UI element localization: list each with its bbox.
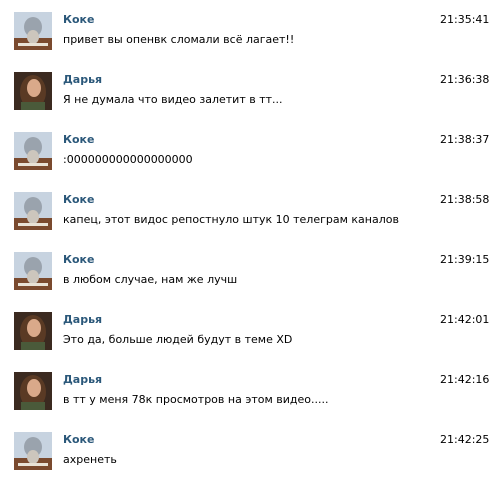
author-link[interactable]: Коке: [63, 253, 94, 266]
timestamp: 21:42:25: [440, 433, 490, 446]
avatar[interactable]: [14, 432, 52, 470]
avatar[interactable]: [14, 12, 52, 50]
avatar[interactable]: [14, 132, 52, 170]
message-item: Коке 21:38:37 :000000000000000000: [0, 132, 502, 192]
avatar[interactable]: [14, 252, 52, 290]
message-item: Коке 21:42:25 ахренеть: [0, 432, 502, 492]
author-link[interactable]: Дарья: [63, 313, 102, 326]
message-text: Это да, больше людей будут в теме XD: [63, 333, 293, 346]
author-link[interactable]: Коке: [63, 433, 94, 446]
user-avatar-icon: [14, 72, 52, 110]
timestamp: 21:35:41: [440, 13, 490, 26]
timestamp: 21:36:38: [440, 73, 490, 86]
avatar[interactable]: [14, 72, 52, 110]
user-avatar-icon: [14, 372, 52, 410]
timestamp: 21:38:58: [440, 193, 490, 206]
message-item: Коке 21:39:15 в любом случае, нам же луч…: [0, 252, 502, 312]
timestamp: 21:42:16: [440, 373, 490, 386]
author-link[interactable]: Дарья: [63, 373, 102, 386]
user-avatar-icon: [14, 192, 52, 230]
user-avatar-icon: [14, 252, 52, 290]
message-text: капец, этот видос репостнуло штук 10 тел…: [63, 213, 399, 226]
message-text: :000000000000000000: [63, 153, 193, 166]
avatar[interactable]: [14, 192, 52, 230]
avatar[interactable]: [14, 312, 52, 350]
message-item: Дарья 21:36:38 Я не думала что видео зал…: [0, 72, 502, 132]
message-item: Коке 21:38:58 капец, этот видос репостну…: [0, 192, 502, 252]
author-link[interactable]: Коке: [63, 193, 94, 206]
message-text: привет вы опенвк сломали всё лагает!!: [63, 33, 295, 46]
user-avatar-icon: [14, 432, 52, 470]
timestamp: 21:39:15: [440, 253, 490, 266]
user-avatar-icon: [14, 12, 52, 50]
message-text: ахренеть: [63, 453, 117, 466]
message-history: Коке 21:35:41 привет вы опенвк сломали в…: [0, 0, 502, 483]
message-text: Я не думала что видео залетит в тт...: [63, 93, 283, 106]
message-item: Дарья 21:42:16 в тт у меня 78к просмотро…: [0, 372, 502, 432]
avatar[interactable]: [14, 372, 52, 410]
message-item: Дарья 21:42:01 Это да, больше людей буду…: [0, 312, 502, 372]
author-link[interactable]: Коке: [63, 13, 94, 26]
author-link[interactable]: Дарья: [63, 73, 102, 86]
message-text: в любом случае, нам же лучш: [63, 273, 238, 286]
message-text: в тт у меня 78к просмотров на этом видео…: [63, 393, 329, 406]
message-item: Коке 21:35:41 привет вы опенвк сломали в…: [0, 12, 502, 72]
user-avatar-icon: [14, 132, 52, 170]
timestamp: 21:42:01: [440, 313, 490, 326]
user-avatar-icon: [14, 312, 52, 350]
timestamp: 21:38:37: [440, 133, 490, 146]
author-link[interactable]: Коке: [63, 133, 94, 146]
